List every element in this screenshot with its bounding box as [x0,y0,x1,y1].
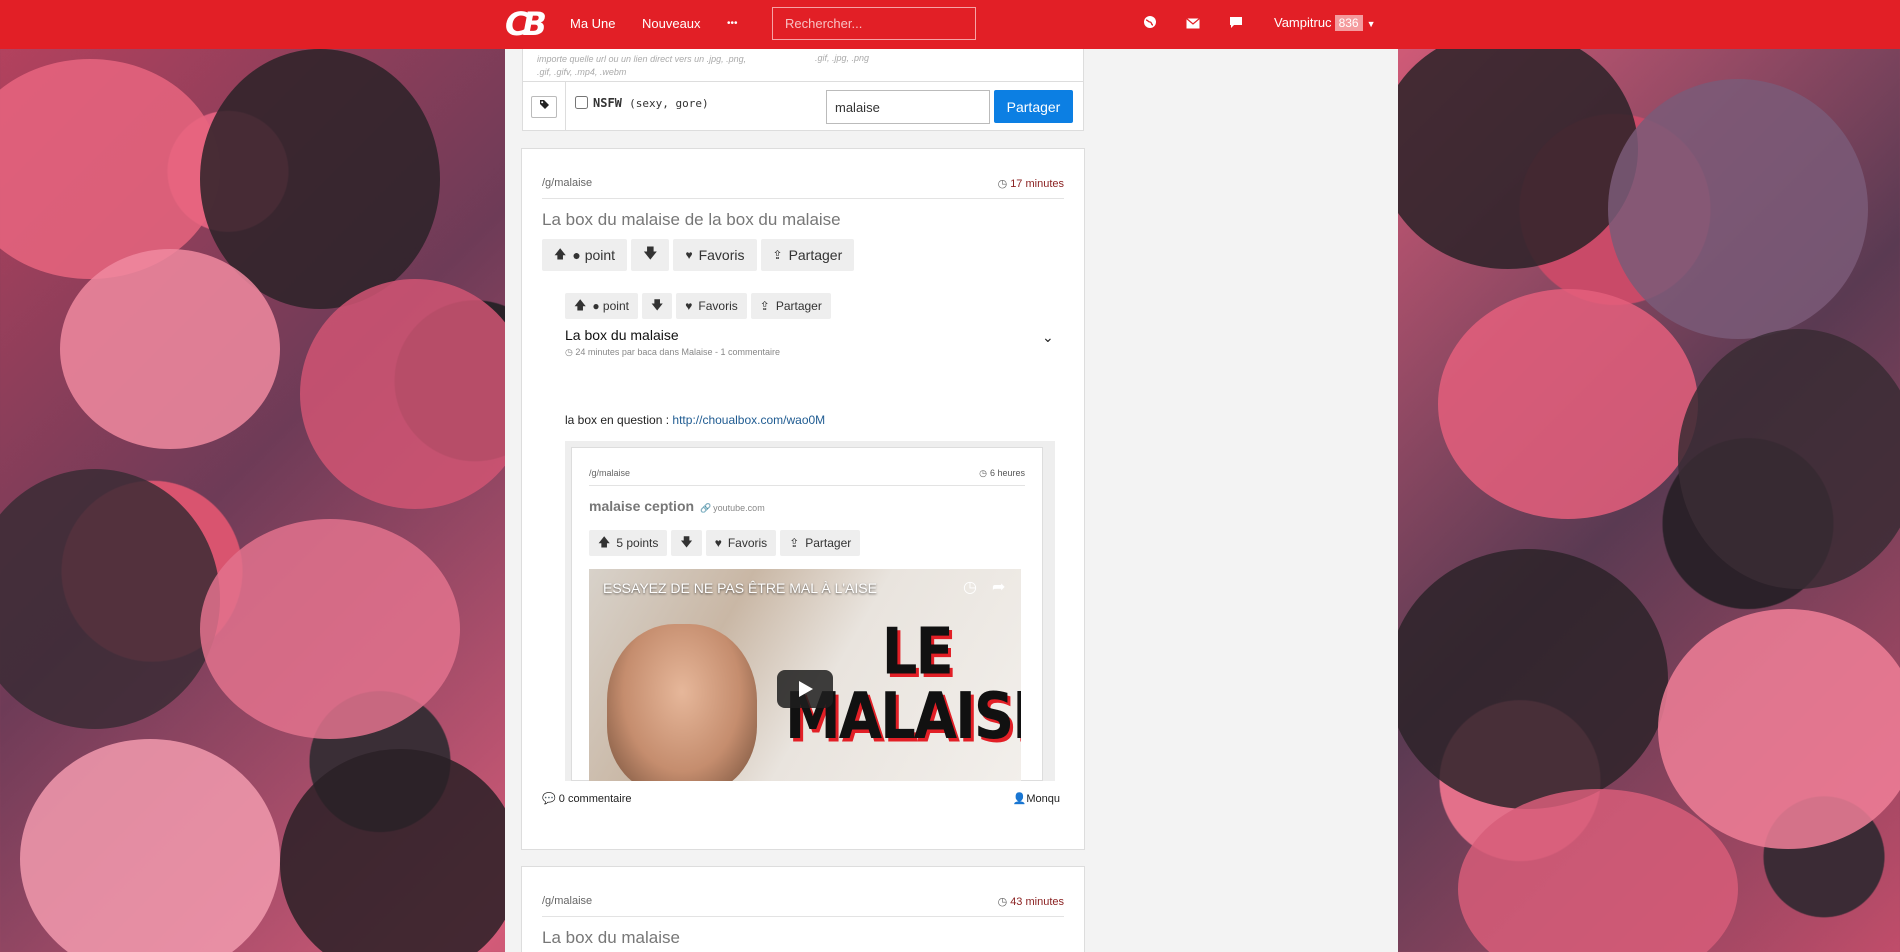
group-link[interactable]: /g/malaise [542,177,592,189]
embed-meta: ◷ 24 minutes par baca dans Malaise - 1 c… [565,347,780,357]
embed-text: la box en question : http://choualbox.co… [565,413,826,427]
watch-later-icon[interactable]: ◷ [963,577,977,597]
upload-hint-right: .gif, .jpg, .png [815,53,870,63]
embed-favorite-button[interactable]: ♥ Favoris [676,293,747,319]
post-title[interactable]: La box du malaise de la box du malaise [542,210,841,230]
share-post-button[interactable]: ⇪ Partager [760,239,855,271]
post-vote-bar: 🡅 ● point 🡇 ♥ Favoris ⇪ Partager [542,239,855,271]
post-title[interactable]: La box du malaise [542,928,680,948]
clock-icon: ◷ [979,468,987,478]
inner-post-header: /g/malaise ◷ 6 heures [589,448,1025,486]
video-title: ESSAYEZ DE NE PAS ÊTRE MAL À L'AISE [603,580,877,596]
post-author[interactable]: 👤Monqu [1013,792,1060,805]
mail-icon[interactable] [1184,15,1202,33]
user-menu[interactable]: Vampitruc 836 ▼ [1274,0,1376,49]
post-card: /g/malaise ◷ 43 minutes La box du malaise [521,866,1085,952]
nsfw-checkbox[interactable] [575,96,588,109]
arrow-down-icon: 🡇 [650,297,664,312]
post-header: /g/malaise ◷ 43 minutes [542,867,1064,917]
group-link[interactable]: /g/malaise [542,895,592,907]
post-time: ◷ 17 minutes [997,178,1064,190]
inner-upvote-button[interactable]: 🡅 5 points [589,530,668,556]
embed-share-button[interactable]: ⇪ Partager [750,293,831,319]
arrow-up-icon: 🡅 [554,246,567,261]
comments-link[interactable]: 💬 0 commentaire [542,793,632,805]
arrow-down-icon: 🡇 [643,245,658,261]
top-navbar: CB Ma Une Nouveaux ••• Vampitruc836▼ [0,0,1900,49]
background-collage-right [1398,49,1900,952]
inner-post-time: ◷ 6 heures [979,468,1025,478]
nav-ma-une[interactable]: Ma Une [570,0,616,49]
quoted-box: /g/malaise ◷ 6 heures malaise ception 🔗 yo… [565,441,1055,781]
upload-hint: importe quelle url ou un lien direct ver… [537,54,747,77]
post-time: ◷ 43 minutes [997,896,1064,908]
inner-share-button[interactable]: ⇪ Partager [780,530,861,556]
share-icon: ⇪ [789,536,800,550]
background-collage-left [0,49,505,952]
upload-options-row: NSFW (sexy, gore) Partager [523,81,1083,131]
heart-icon: ♥ [685,299,693,313]
arrow-up-icon: 🡅 [574,297,587,312]
tag-icon[interactable] [531,96,557,118]
share-icon: ⇪ [759,299,770,313]
share-icon: ⇪ [772,248,783,262]
video-thumbnail-face [607,624,757,781]
clock-icon: ◷ [997,896,1008,908]
embed-vote-bar: 🡅 ● point 🡇 ♥ Favoris ⇪ Partager [565,293,831,319]
share-button[interactable]: Partager [994,90,1073,123]
heart-icon: ♥ [714,536,722,550]
post-card: /g/malaise ◷ 17 minutes La box du malaise… [521,148,1085,850]
upload-panel: importe quelle url ou un lien direct ver… [522,49,1084,131]
username: Vampitruc [1274,15,1332,30]
arrow-down-icon: 🡇 [680,534,693,549]
divider [565,82,566,131]
embed-title[interactable]: La box du malaise [565,327,679,343]
inner-group-link[interactable]: /g/malaise [589,468,630,478]
play-button[interactable] [777,670,833,708]
embed-downvote-button[interactable]: 🡇 [641,293,673,319]
arrow-up-icon: 🡅 [598,534,611,549]
video-player[interactable]: ESSAYEZ DE NE PAS ÊTRE MAL À L'AISE ◷ ➦ … [589,569,1021,781]
inner-post-title[interactable]: malaise ception 🔗 youtube.com [589,498,765,514]
user-score-badge: 836 [1334,15,1363,31]
embed-link[interactable]: http://choualbox.com/wao0M [672,413,825,427]
tag-input[interactable] [826,90,990,124]
chevron-down-icon: ▼ [1366,19,1376,29]
clock-icon: ◷ [997,178,1008,190]
post-footer: 💬 0 commentaire 👤Monqu [542,792,1064,805]
nsfw-checkbox-label[interactable]: NSFW (sexy, gore) [575,96,709,110]
comment-icon: 💬 [542,793,556,805]
heart-icon: ♥ [685,248,693,262]
user-icon: 👤 [1012,793,1027,805]
more-icon[interactable]: ••• [727,0,738,49]
chat-icon[interactable] [1227,15,1245,33]
upvote-button[interactable]: 🡅 ● point [542,239,628,271]
downvote-button[interactable]: 🡇 [631,239,670,271]
link-icon: 🔗 [699,503,712,513]
inner-vote-bar: 🡅 5 points 🡇 ♥ Favoris ⇪ Partager [589,530,861,556]
favorite-button[interactable]: ♥ Favoris [673,239,757,271]
search-input[interactable] [772,7,976,40]
site-logo[interactable]: CB [505,6,547,42]
nav-nouveaux[interactable]: Nouveaux [642,0,701,49]
clock-icon: ◷ [565,347,573,357]
globe-icon[interactable] [1141,15,1159,33]
share-video-icon[interactable]: ➦ [992,577,1005,597]
inner-downvote-button[interactable]: 🡇 [671,530,702,556]
embed-upvote-button[interactable]: 🡅 ● point [565,293,638,319]
inner-favorite-button[interactable]: ♥ Favoris [705,530,777,556]
inner-post-card: /g/malaise ◷ 6 heures malaise ception 🔗 yo… [571,447,1043,781]
post-header: /g/malaise ◷ 17 minutes [542,149,1064,199]
chevron-down-icon[interactable]: ⌄ [1042,329,1054,346]
